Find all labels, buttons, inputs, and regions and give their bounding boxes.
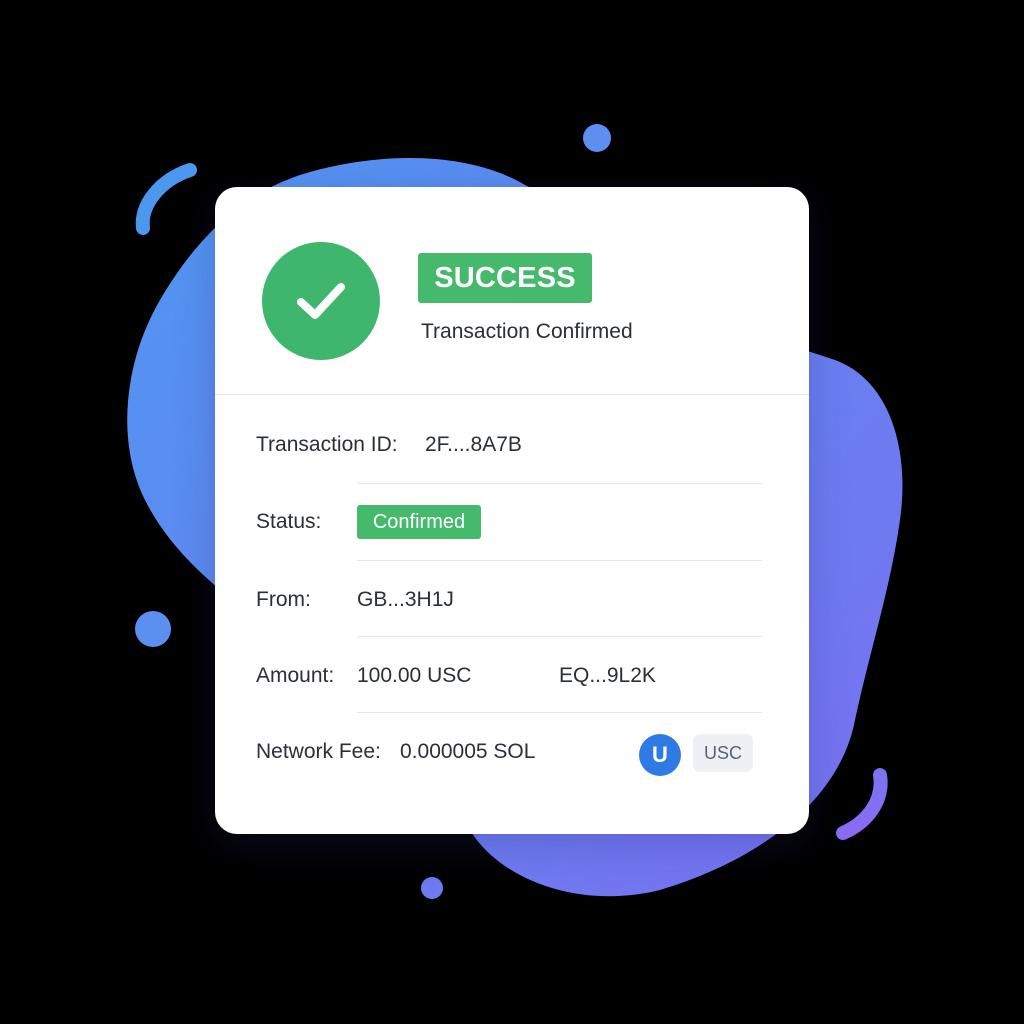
- success-badge: SUCCESS: [418, 253, 592, 303]
- network-fee-value: 0.000005 SOL: [400, 740, 536, 763]
- status-badge: Confirmed: [357, 505, 481, 539]
- decorative-dot: [421, 877, 443, 899]
- usc-coin-icon: U: [639, 734, 681, 776]
- row-divider: [357, 560, 762, 561]
- transaction-id-label: Transaction ID:: [256, 433, 398, 456]
- header-divider: [215, 394, 809, 395]
- network-fee-label: Network Fee:: [256, 740, 381, 763]
- transaction-id-value[interactable]: 2F....8A7B: [425, 433, 522, 457]
- transaction-card: SUCCESS Transaction Confirmed Transactio…: [215, 187, 809, 834]
- row-divider: [357, 636, 762, 637]
- decorative-dot: [583, 124, 611, 152]
- row-divider: [357, 712, 762, 713]
- recipient-address[interactable]: EQ...9L2K: [559, 664, 656, 688]
- decorative-arc-left: [135, 163, 197, 235]
- row-divider: [357, 483, 762, 484]
- decorative-dot: [135, 611, 171, 647]
- from-label: From:: [256, 588, 311, 611]
- amount-label: Amount:: [256, 664, 335, 687]
- amount-value: 100.00 USC: [357, 664, 472, 687]
- token-ticker-chip[interactable]: USC: [693, 734, 753, 772]
- decorative-arc-right: [836, 768, 888, 840]
- from-address[interactable]: GB...3H1J: [357, 588, 454, 612]
- status-label: Status:: [256, 510, 322, 533]
- check-circle-icon: [262, 242, 380, 360]
- transaction-confirmed-subtitle: Transaction Confirmed: [421, 320, 633, 343]
